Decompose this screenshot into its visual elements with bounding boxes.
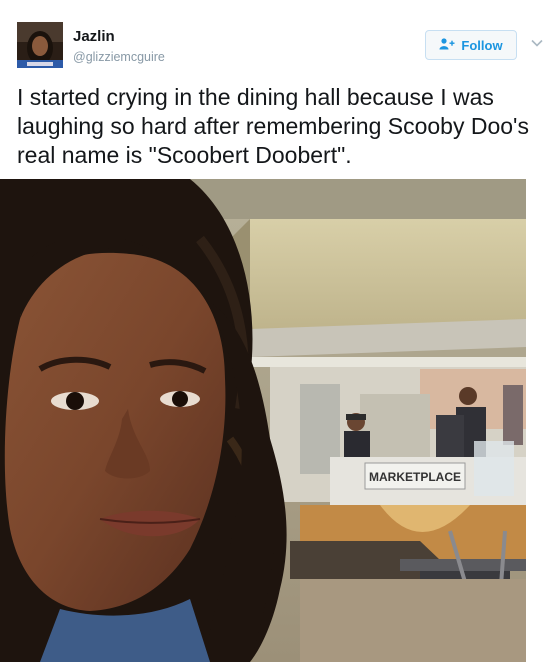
tweet-text: I started crying in the dining hall beca… [17, 84, 529, 168]
follow-button[interactable]: Follow [425, 30, 517, 60]
chevron-down-icon[interactable] [530, 36, 544, 50]
marketplace-sign: MARKETPLACE [369, 470, 461, 484]
add-user-icon [439, 37, 455, 53]
user-handle[interactable]: @glizziemcguire [73, 50, 165, 64]
tweet-photo[interactable]: MARKETPLACE [0, 179, 526, 662]
display-name[interactable]: Jazlin [73, 28, 115, 45]
avatar[interactable] [17, 22, 63, 68]
tweet-card: Jazlin @glizziemcguire Follow I started … [0, 0, 550, 662]
selfie-photo: MARKETPLACE [0, 179, 526, 662]
follow-label: Follow [461, 37, 503, 53]
